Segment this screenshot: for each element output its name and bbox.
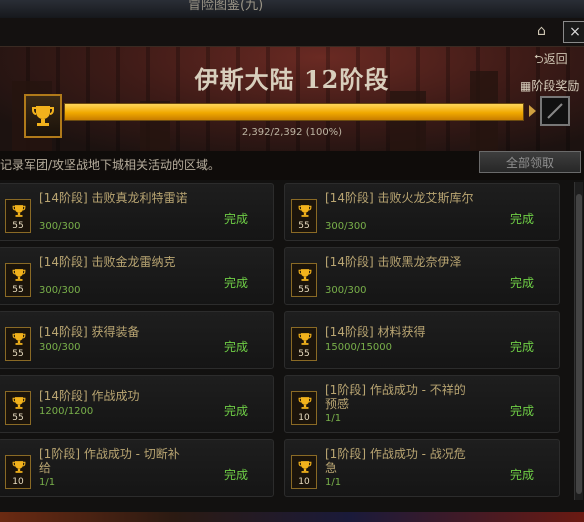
quest-status: 完成 [510, 340, 535, 354]
trophy-icon: 10 [5, 455, 31, 489]
trophy-cup-icon [12, 267, 26, 286]
quest-status: 完成 [510, 276, 535, 290]
stage-reward-slot[interactable] [540, 96, 570, 126]
quest-card[interactable]: 10 [1阶段] 作战成功 - 切断补给 1/1 完成 [0, 439, 274, 497]
back-button[interactable]: ⮌返回 [534, 50, 568, 71]
quest-level: 10 [298, 413, 310, 423]
trophy-icon: 55 [5, 327, 31, 361]
quest-name: [14阶段] 击败黑龙奈伊泽 [325, 255, 462, 269]
quest-progress: 300/300 [325, 221, 367, 232]
quest-status: 完成 [224, 404, 249, 418]
trophy-icon: 55 [291, 263, 317, 297]
quest-name: [14阶段] 材料获得 [325, 325, 426, 339]
trophy-cup-icon [298, 267, 312, 286]
quest-progress: 300/300 [325, 285, 367, 296]
quest-name: [14阶段] 击败火龙艾斯库尔 [325, 191, 474, 205]
trophy-icon: 10 [291, 391, 317, 425]
progress-arrow-icon [529, 105, 536, 117]
trophy-icon: 55 [5, 199, 31, 233]
window-title: 冒险图鉴(九) [188, 0, 264, 13]
quest-level: 55 [12, 413, 24, 423]
trophy-cup-icon [298, 395, 312, 414]
quest-name: [1阶段] 作战成功 - 切断补给 [39, 447, 180, 475]
window-top-strip: 冒险图鉴(九) [0, 0, 584, 19]
quest-level: 55 [12, 285, 24, 295]
bottom-taskbar-strip [0, 512, 584, 522]
trophy-cup-icon [298, 331, 312, 350]
quest-name: [14阶段] 击败真龙利特雷诺 [39, 191, 188, 205]
stage-reward-button[interactable]: ▦阶段奖励 [520, 77, 579, 94]
quest-status: 完成 [224, 340, 249, 354]
quest-name: [14阶段] 获得装备 [39, 325, 140, 339]
gift-icon: ▦ [520, 79, 532, 93]
home-icon[interactable]: ⌂ [537, 23, 553, 39]
quest-card[interactable]: 55 [14阶段] 击败黑龙奈伊泽 300/300 完成 [284, 247, 560, 305]
quest-progress: 1200/1200 [39, 406, 94, 417]
quest-card[interactable]: 55 [14阶段] 击败真龙利特雷诺 300/300 完成 [0, 183, 274, 241]
quest-level: 10 [298, 477, 310, 487]
close-button[interactable]: × [563, 21, 584, 43]
quest-progress: 300/300 [39, 285, 81, 296]
stage-title: 伊斯大陆 12阶段 [194, 65, 390, 94]
stage-progress-fill [65, 104, 523, 120]
quest-level: 10 [12, 477, 24, 487]
area-description: 记录军团/攻坚战地下城相关活动的区域。 [0, 158, 221, 172]
quest-status: 完成 [224, 468, 249, 482]
progress-text: 2,392/2,392 (100%) [241, 127, 343, 138]
quest-progress: 300/300 [39, 221, 81, 232]
trophy-icon: 55 [291, 199, 317, 233]
quest-list: 55 [14阶段] 击败真龙利特雷诺 300/300 完成 55 [14阶段] 击败火龙艾… [0, 180, 584, 522]
quest-progress: 15000/15000 [325, 342, 392, 353]
quest-name: [14阶段] 作战成功 [39, 389, 140, 403]
quest-card[interactable]: 55 [14阶段] 材料获得 15000/15000 完成 [284, 311, 560, 369]
trophy-cup-icon [12, 203, 26, 222]
quest-name: [1阶段] 作战成功 - 战况危急 [325, 447, 466, 475]
quest-status: 完成 [510, 404, 535, 418]
trophy-cup-icon [298, 459, 312, 478]
quest-card[interactable]: 55 [14阶段] 作战成功 1200/1200 完成 [0, 375, 274, 433]
trophy-icon: 10 [291, 455, 317, 489]
banner-bg-tower [390, 91, 426, 151]
quest-progress: 300/300 [39, 342, 81, 353]
trophy-cup-icon [298, 203, 312, 222]
quest-card[interactable]: 10 [1阶段] 作战成功 - 不祥的预感 1/1 完成 [284, 375, 560, 433]
quest-progress: 1/1 [325, 413, 342, 424]
scrollbar[interactable] [574, 182, 583, 500]
quest-level: 55 [298, 285, 310, 295]
quest-card[interactable]: 55 [14阶段] 获得装备 300/300 完成 [0, 311, 274, 369]
quest-status: 完成 [510, 468, 535, 482]
quest-level: 55 [298, 349, 310, 359]
nav-bar: ⌂ × [0, 18, 584, 46]
quest-status: 完成 [224, 276, 249, 290]
quest-name: [14阶段] 击败金龙雷纳克 [39, 255, 176, 269]
trophy-cup-icon [12, 459, 26, 478]
quest-progress: 1/1 [39, 477, 56, 488]
quest-level: 55 [12, 349, 24, 359]
quest-card[interactable]: 55 [14阶段] 击败火龙艾斯库尔 300/300 完成 [284, 183, 560, 241]
quest-card[interactable]: 10 [1阶段] 作战成功 - 战况危急 1/1 完成 [284, 439, 560, 497]
quest-level: 55 [12, 221, 24, 231]
stage-reward-label: 阶段奖励 [531, 79, 580, 93]
claim-all-button[interactable]: 全部领取 [479, 151, 581, 173]
scrollbar-thumb[interactable] [576, 194, 582, 494]
quest-level: 55 [298, 221, 310, 231]
quest-status: 完成 [224, 212, 249, 226]
trophy-cup-icon [12, 395, 26, 414]
stage-progress-bar [64, 103, 524, 121]
trophy-cup-icon [12, 331, 26, 350]
quest-name: [1阶段] 作战成功 - 不祥的预感 [325, 383, 466, 411]
quest-card[interactable]: 55 [14阶段] 击败金龙雷纳克 300/300 完成 [0, 247, 274, 305]
trophy-icon: 55 [5, 391, 31, 425]
quest-progress: 1/1 [325, 477, 342, 488]
trophy-icon: 55 [5, 263, 31, 297]
trophy-icon: 55 [291, 327, 317, 361]
quest-status: 完成 [510, 212, 535, 226]
